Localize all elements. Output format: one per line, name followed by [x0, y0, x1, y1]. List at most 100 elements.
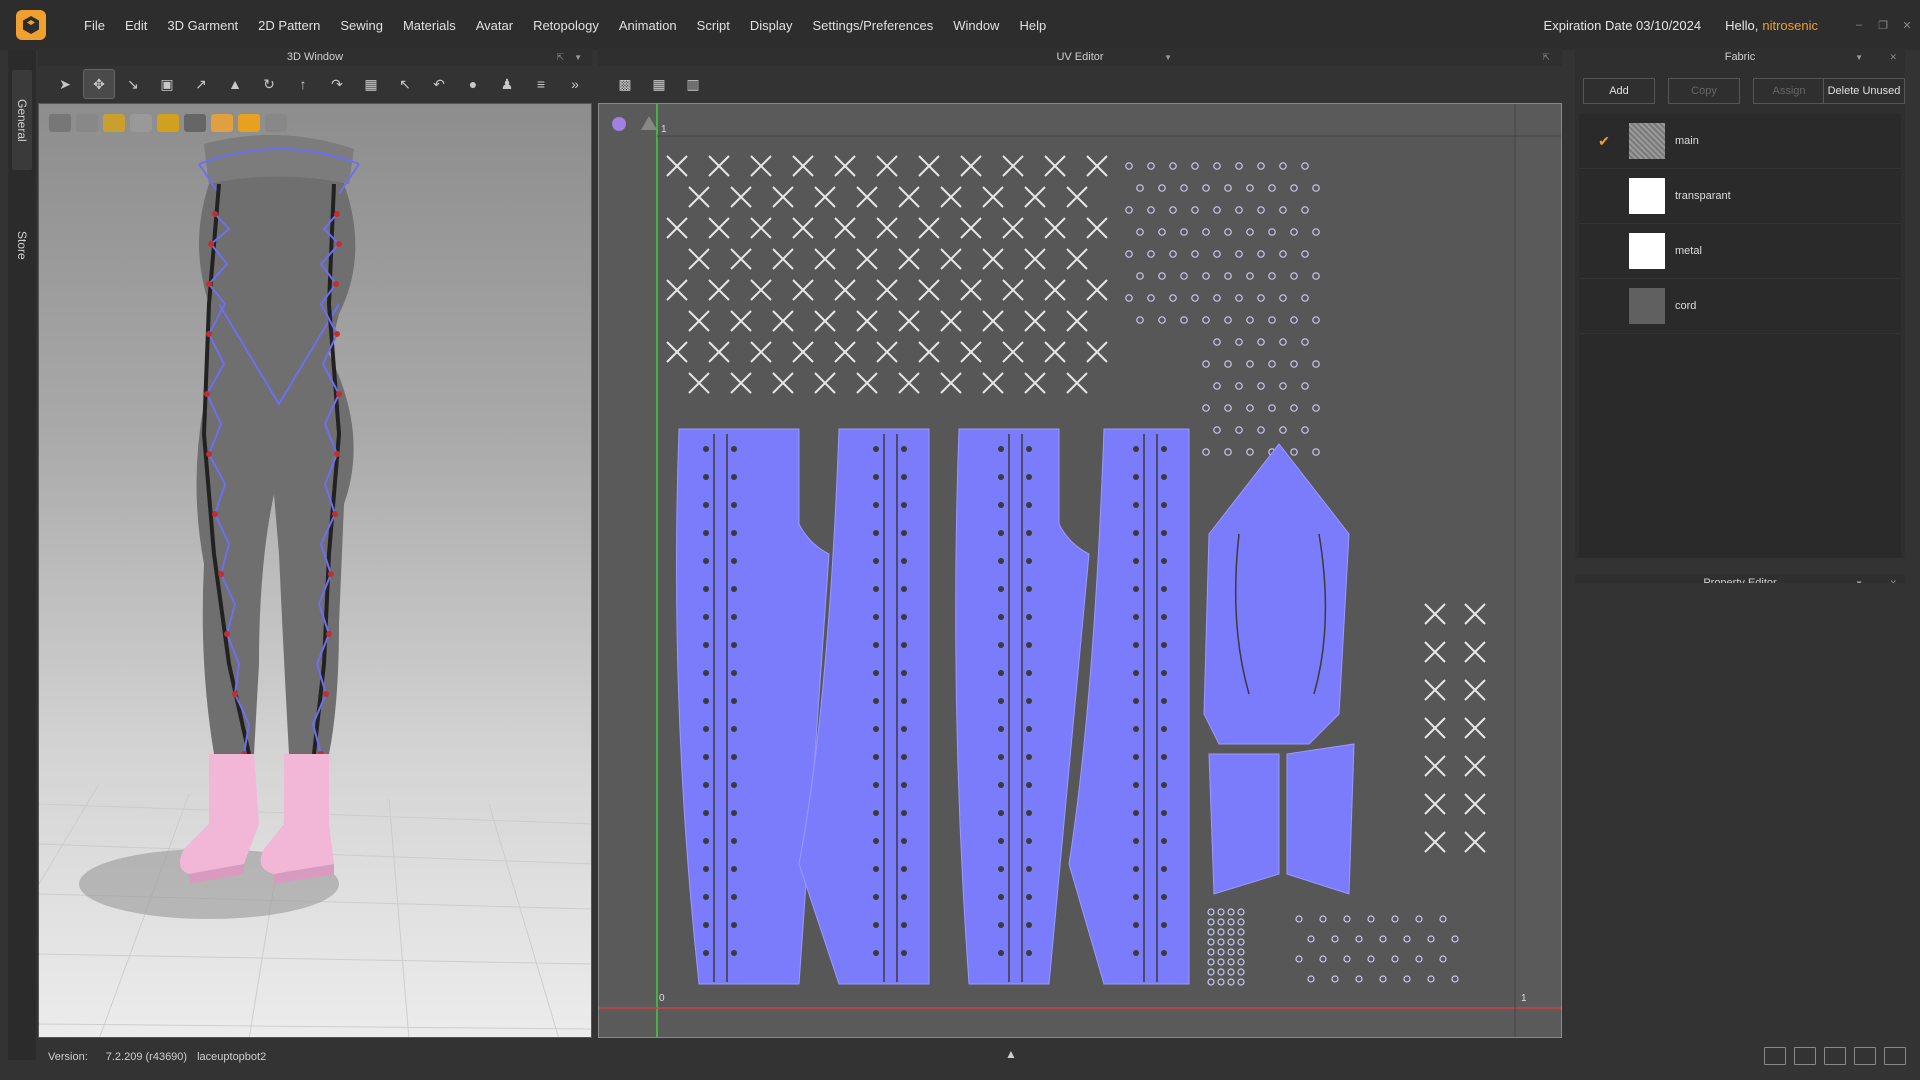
move-icon[interactable]: ✥	[83, 69, 115, 99]
menu-retopology[interactable]: Retopology	[523, 18, 609, 33]
camera-icon[interactable]	[265, 114, 287, 132]
arrangement-icon[interactable]: ↑	[288, 70, 318, 98]
uv-piece-eyelet	[703, 586, 709, 592]
tab-general[interactable]: General	[12, 70, 32, 170]
fabric-copy-button[interactable]: Copy	[1668, 78, 1740, 104]
light-icon[interactable]	[211, 114, 233, 132]
gizmo-icon[interactable]: ▣	[152, 70, 182, 98]
menu-window[interactable]: Window	[943, 18, 1009, 33]
uv-piece-eyelet	[1161, 614, 1167, 620]
expand-toolbar-icon[interactable]: »	[560, 70, 590, 98]
uv-transform-icon[interactable]: ▦	[644, 70, 674, 98]
uv-piece-eyelet	[731, 922, 737, 928]
fabric-close-icon[interactable]: ✕	[1889, 52, 1897, 63]
topstitch-icon[interactable]: ≡	[526, 70, 556, 98]
button-tool-icon[interactable]: ●	[458, 70, 488, 98]
menu-avatar[interactable]: Avatar	[466, 18, 523, 33]
uv-piece-eyelet	[873, 782, 879, 788]
transform-icon[interactable]: ↷	[322, 70, 352, 98]
layout-custom-icon[interactable]	[1884, 1047, 1906, 1065]
uv-piece-eyelet	[1026, 866, 1032, 872]
uv-dropdown-arrow-icon[interactable]: ▼	[1164, 53, 1172, 62]
uv-piece-eyelet	[873, 698, 879, 704]
avatar-visibility-icon[interactable]	[130, 114, 152, 132]
uv-piece-eyelet	[1161, 754, 1167, 760]
select-point-icon[interactable]: ↘	[118, 70, 148, 98]
minimize-icon[interactable]: –	[1848, 16, 1870, 34]
menu-script[interactable]: Script	[687, 18, 740, 33]
fabric-item-main[interactable]: ✔ main	[1579, 114, 1901, 169]
restore-icon[interactable]: ❐	[1872, 16, 1894, 34]
fabric-assign-button[interactable]: Assign	[1753, 78, 1825, 104]
tape-icon[interactable]: ↶	[424, 70, 454, 98]
uv-piece-eyelet	[703, 530, 709, 536]
uv-piece-eyelet	[1133, 446, 1139, 452]
uv-piece-eyelet	[901, 922, 907, 928]
select-mesh-icon[interactable]: ➤	[50, 70, 80, 98]
uv-material-ball-icon[interactable]	[612, 117, 626, 131]
right-boot[interactable]	[260, 754, 334, 874]
username-link[interactable]: nitrosenic	[1762, 18, 1818, 33]
fabric-item-metal[interactable]: metal	[1579, 224, 1901, 279]
avatar-display-icon[interactable]	[49, 114, 71, 132]
uv-piece-eyelet	[1133, 838, 1139, 844]
menu-display[interactable]: Display	[740, 18, 803, 33]
grid-tool-icon[interactable]: ▦	[356, 70, 386, 98]
app-window: File Edit 3D Garment 2D Pattern Sewing M…	[0, 0, 1920, 1080]
collapse-panel-icon[interactable]: ▲	[1005, 1047, 1017, 1061]
viewport-3d[interactable]	[38, 103, 592, 1038]
app-logo-icon[interactable]	[16, 10, 46, 40]
pattern-piece-cup-right[interactable]	[1286, 743, 1355, 895]
layout-quad-icon[interactable]	[1854, 1047, 1876, 1065]
fabric-add-button[interactable]: Add	[1583, 78, 1655, 104]
uv-piece-eyelet	[1161, 586, 1167, 592]
sun-icon[interactable]	[238, 114, 260, 132]
menu-settings[interactable]: Settings/Preferences	[803, 18, 944, 33]
menu-2d-pattern[interactable]: 2D Pattern	[248, 18, 330, 33]
layout-split-icon[interactable]	[1794, 1047, 1816, 1065]
uv-popout-icon[interactable]: ⇱	[1542, 52, 1550, 63]
garment-display-icon[interactable]	[76, 114, 98, 132]
popout-icon[interactable]: ⇱	[556, 52, 564, 63]
menu-sewing[interactable]: Sewing	[330, 18, 393, 33]
menu-animation[interactable]: Animation	[609, 18, 687, 33]
uv-piece-eyelet	[901, 446, 907, 452]
uv-arrange-icon[interactable]: ▥	[678, 70, 708, 98]
layout-three-icon[interactable]	[1824, 1047, 1846, 1065]
pin-icon[interactable]: ↗	[186, 70, 216, 98]
uv-canvas[interactable]: 0 1 1	[598, 103, 1562, 1038]
texture-display-icon[interactable]	[103, 114, 125, 132]
uv-piece-eyelet	[1161, 502, 1167, 508]
fabric-item-cord[interactable]: cord	[1579, 279, 1901, 334]
dropdown-arrow-icon[interactable]: ▼	[574, 53, 582, 62]
fabric-dropdown-icon[interactable]: ▼	[1855, 53, 1863, 62]
menu-materials[interactable]: Materials	[393, 18, 466, 33]
fabric-delete-unused-button[interactable]: Delete Unused	[1823, 78, 1905, 104]
uv-piece-eyelet	[901, 866, 907, 872]
uv-piece-eyelet	[1133, 558, 1139, 564]
menu-help[interactable]: Help	[1009, 18, 1056, 33]
pattern-piece-cup-left[interactable]	[1208, 753, 1280, 895]
fold-icon[interactable]: ▲	[220, 70, 250, 98]
shading-icon[interactable]	[184, 114, 206, 132]
uv-select-icon[interactable]: ▩	[610, 70, 640, 98]
uv-home-icon[interactable]	[641, 116, 657, 130]
tab-store[interactable]: Store	[12, 200, 32, 290]
rotate-icon[interactable]: ↻	[254, 70, 284, 98]
fabric-render-icon[interactable]	[157, 114, 179, 132]
uv-piece-eyelet	[703, 446, 709, 452]
fabric-item-transparant[interactable]: transparant	[1579, 169, 1901, 224]
menu-3d-garment[interactable]: 3D Garment	[157, 18, 248, 33]
close-window-icon[interactable]: ✕	[1896, 16, 1918, 34]
measure-icon[interactable]: ↖	[390, 70, 420, 98]
menu-edit[interactable]: Edit	[115, 18, 157, 33]
uv-piece-eyelet	[703, 670, 709, 676]
uv-piece-eyelet	[1026, 754, 1032, 760]
uv-piece-eyelet	[1161, 922, 1167, 928]
uv-piece-eyelet	[703, 614, 709, 620]
avatar-tool-icon[interactable]: ♟	[492, 70, 522, 98]
menu-file[interactable]: File	[74, 18, 115, 33]
layout-single-icon[interactable]	[1764, 1047, 1786, 1065]
window3d-title: 3D Window	[286, 51, 344, 63]
uv-piece-eyelet	[998, 838, 1004, 844]
